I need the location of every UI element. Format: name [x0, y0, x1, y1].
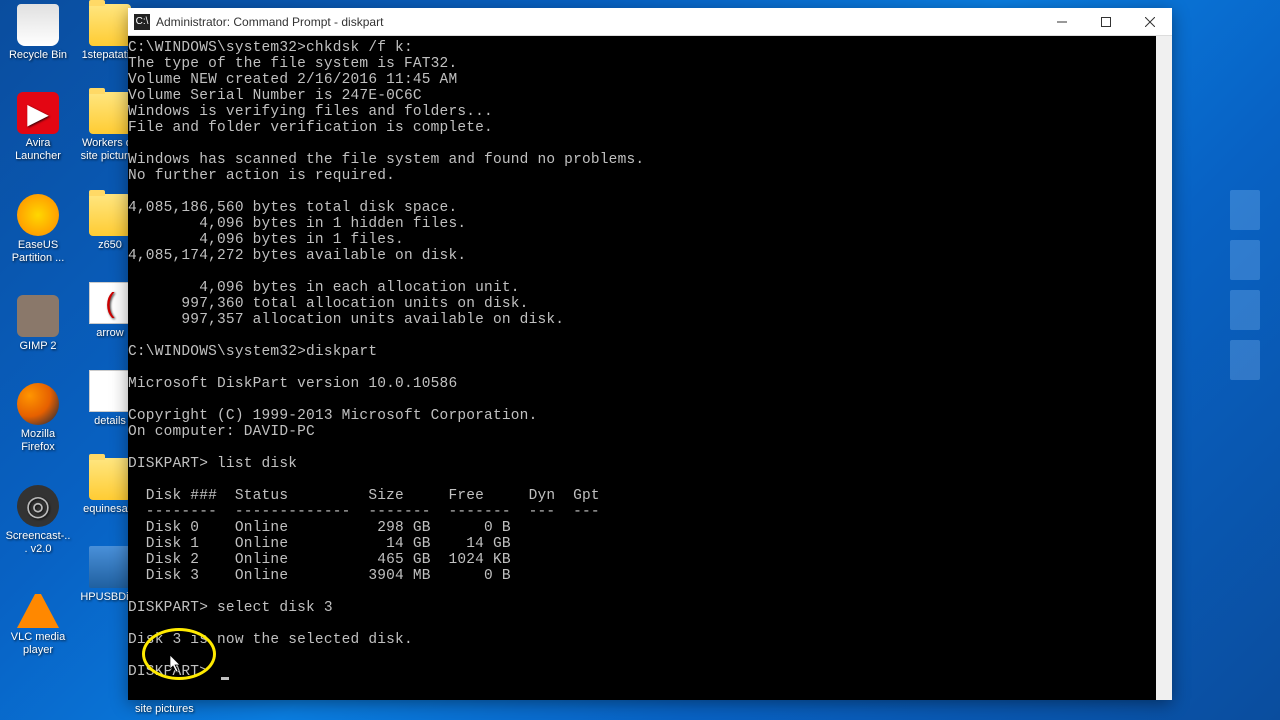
terminal-cursor	[221, 677, 229, 680]
titlebar[interactable]: C:\ Administrator: Command Prompt - disk…	[128, 8, 1172, 36]
icon-label: arrow	[96, 327, 124, 340]
folder-workers-icon	[89, 92, 131, 134]
windows-hero-graphic	[1170, 180, 1280, 520]
firefox-icon	[17, 383, 59, 425]
minimize-button[interactable]	[1040, 8, 1084, 36]
window-title: Administrator: Command Prompt - diskpart	[156, 15, 1040, 29]
cmd-icon: C:\	[134, 14, 150, 30]
file-details-icon	[89, 370, 131, 412]
vlc[interactable]: VLC media player	[4, 586, 72, 657]
terminal-output[interactable]: C:\WINDOWS\system32>chkdsk /f k: The typ…	[128, 36, 1172, 700]
folder-z650-icon	[89, 194, 131, 236]
icon-label: VLC media player	[5, 631, 71, 657]
icon-label: GIMP 2	[19, 340, 56, 353]
avira-launcher-icon: ▶	[17, 92, 59, 134]
icon-label: Recycle Bin	[9, 49, 67, 62]
close-icon	[1145, 17, 1155, 27]
icon-label: Screencast-... v2.0	[5, 530, 71, 556]
recycle-bin[interactable]: Recycle Bin	[4, 4, 72, 62]
icon-label: z650	[98, 239, 122, 252]
avira-launcher[interactable]: ▶ Avira Launcher	[4, 92, 72, 163]
easeus-partition-icon	[17, 194, 59, 236]
folder-1step-icon	[89, 4, 131, 46]
file-arrow-icon: (	[89, 282, 131, 324]
minimize-icon	[1057, 17, 1067, 27]
folder-equinesafe-icon	[89, 458, 131, 500]
command-prompt-window[interactable]: C:\ Administrator: Command Prompt - disk…	[128, 8, 1172, 700]
recycle-bin-icon	[17, 4, 59, 46]
screencast[interactable]: ◎ Screencast-... v2.0	[4, 485, 72, 556]
vlc-icon	[17, 586, 59, 628]
icon-label: Avira Launcher	[5, 137, 71, 163]
firefox[interactable]: Mozilla Firefox	[4, 383, 72, 454]
maximize-icon	[1101, 17, 1111, 27]
icon-label: Mozilla Firefox	[5, 428, 71, 454]
maximize-button[interactable]	[1084, 8, 1128, 36]
easeus-partition[interactable]: EaseUS Partition ...	[4, 194, 72, 265]
gimp[interactable]: GIMP 2	[4, 295, 72, 353]
desktop[interactable]: Recycle Bin ▶ Avira Launcher EaseUS Partiti…	[0, 0, 1280, 720]
icon-label: EaseUS Partition ...	[5, 239, 71, 265]
icon-label: details	[94, 415, 126, 428]
hpusbdisk-icon	[89, 546, 131, 588]
scrollbar[interactable]	[1156, 36, 1172, 700]
taskbar-label: site pictures	[135, 703, 194, 715]
close-button[interactable]	[1128, 8, 1172, 36]
gimp-icon	[17, 295, 59, 337]
screencast-icon: ◎	[17, 485, 59, 527]
